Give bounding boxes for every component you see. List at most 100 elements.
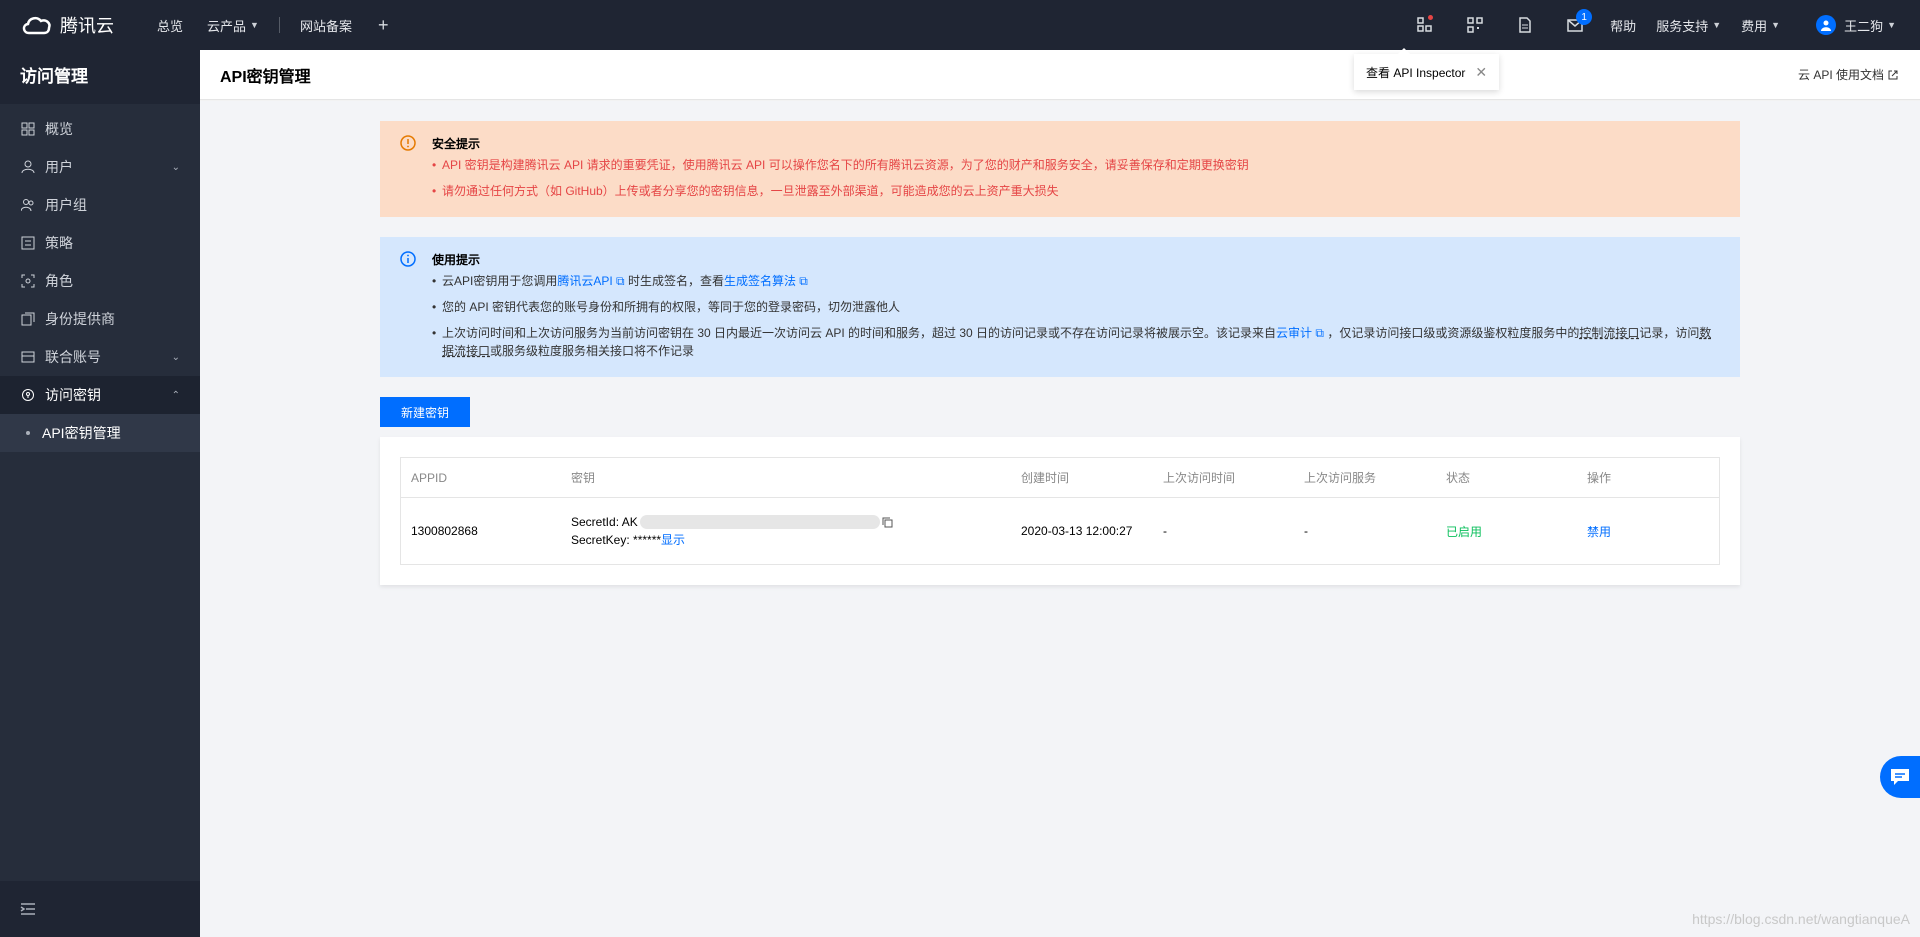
last-service-cell: - xyxy=(1304,524,1308,538)
chevron-down-icon: ▼ xyxy=(1712,20,1722,30)
sidebar-item-label: 用户组 xyxy=(45,197,87,213)
bullet-icon xyxy=(26,431,30,435)
disable-key-link[interactable]: 禁用 xyxy=(1577,523,1717,540)
sidebar-item-label: 用户 xyxy=(45,159,73,175)
add-shortcut-icon[interactable]: + xyxy=(364,15,403,36)
top-navbar: 腾讯云 总览 云产品 ▼ 网站备案 + 1 帮助 服务支持 ▼ 费用 ▼ 王二狗 ▼ xyxy=(0,0,1920,50)
external-link-icon xyxy=(1888,70,1898,79)
sidebar-item-label: 策略 xyxy=(45,235,73,251)
nav-overview[interactable]: 总览 xyxy=(145,0,195,50)
sidebar-item-roles[interactable]: 角色 xyxy=(0,262,200,300)
chevron-down-icon: ⌄ xyxy=(171,161,180,173)
sidebar-item-label: 概览 xyxy=(45,121,73,137)
nav-icp[interactable]: 网站备案 xyxy=(288,0,364,50)
chevron-down-icon: ▼ xyxy=(1887,20,1896,30)
tencent-cloud-api-link[interactable]: 腾讯云API xyxy=(557,274,612,288)
chat-support-button[interactable] xyxy=(1880,756,1920,798)
col-created: 创建时间 xyxy=(1021,471,1070,485)
watermark: https://blog.csdn.net/wangtianqueA xyxy=(1692,911,1910,927)
security-alert-item: API 密钥是构建腾讯云 API 请求的重要凭证，使用腾讯云 API 可以操作您… xyxy=(432,156,1720,174)
col-key: 密钥 xyxy=(571,471,596,485)
mail-badge: 1 xyxy=(1576,9,1593,25)
user-icon xyxy=(20,159,36,175)
external-link-icon: ⧉ xyxy=(1312,326,1328,340)
collapse-icon xyxy=(20,903,35,915)
role-icon xyxy=(20,273,36,289)
col-last-time: 上次访问时间 xyxy=(1163,471,1236,485)
user-menu[interactable]: 王二狗 ▼ xyxy=(1790,0,1920,50)
control-flow-term[interactable]: 控制流接口 xyxy=(1579,326,1639,340)
chevron-down-icon: ⌄ xyxy=(171,351,180,363)
page-header: API密钥管理 云 API 使用文档 xyxy=(200,50,1920,100)
warning-icon xyxy=(400,135,416,151)
nav-products-label: 云产品 xyxy=(207,18,247,34)
document-icon[interactable] xyxy=(1500,0,1550,50)
usage-text: 云API密钥用于您调用 xyxy=(442,274,558,288)
mail-icon[interactable]: 1 xyxy=(1550,0,1600,50)
api-inspector-tooltip[interactable]: 查看 API Inspector ✕ xyxy=(1354,48,1500,90)
cloud-audit-link[interactable]: 云审计 xyxy=(1276,326,1312,340)
col-action: 操作 xyxy=(1587,471,1612,485)
page-title: API密钥管理 xyxy=(220,68,311,86)
key-cell: SecretId: AK SecretKey: ****** 显示 xyxy=(561,513,1011,549)
appid-cell: 1300802868 xyxy=(411,524,478,538)
chat-icon xyxy=(1891,769,1909,785)
close-icon[interactable]: ✕ xyxy=(1475,64,1487,81)
show-secret-link[interactable]: 显示 xyxy=(661,531,685,549)
sidebar-title: 访问管理 xyxy=(0,50,200,104)
masked-secret-id xyxy=(639,515,880,529)
collapse-sidebar-button[interactable] xyxy=(0,881,200,937)
policy-icon xyxy=(20,235,36,251)
support-label: 服务支持 xyxy=(1656,18,1709,34)
sidebar: 访问管理 概览 用户 ⌄ 用户组 策略 角色 身份提供商 联合账号 ⌄ 访问密钥… xyxy=(0,50,200,937)
brand-logo[interactable]: 腾讯云 xyxy=(0,12,145,38)
security-alert-title: 安全提示 xyxy=(432,137,481,151)
sidebar-item-federated-accounts[interactable]: 联合账号 ⌄ xyxy=(0,338,200,376)
table-row: 1300802868 SecretId: AK SecretKey: *****… xyxy=(401,498,1719,564)
main-content: 安全提示 API 密钥是构建腾讯云 API 请求的重要凭证，使用腾讯云 API … xyxy=(200,101,1920,937)
api-doc-link[interactable]: 云 API 使用文档 xyxy=(1798,66,1898,83)
sidebar-item-users[interactable]: 用户 ⌄ xyxy=(0,148,200,186)
help-link[interactable]: 帮助 xyxy=(1600,0,1646,50)
created-cell: 2020-03-13 12:00:27 xyxy=(1021,524,1133,538)
apps-icon[interactable] xyxy=(1400,0,1450,50)
copy-icon[interactable] xyxy=(882,517,893,528)
api-doc-label: 云 API 使用文档 xyxy=(1797,68,1884,82)
secret-id-line: SecretId: AK xyxy=(571,513,1011,531)
security-alert-item: 请勿通过任何方式（如 GitHub）上传或者分享您的密钥信息，一旦泄露至外部渠道… xyxy=(432,182,1720,200)
provider-icon xyxy=(20,311,36,327)
sidebar-item-label: 联合账号 xyxy=(45,349,101,365)
sidebar-item-identity-providers[interactable]: 身份提供商 xyxy=(0,300,200,338)
qr-code-icon[interactable] xyxy=(1450,0,1500,50)
create-key-button[interactable]: 新建密钥 xyxy=(380,397,470,427)
usage-text: 时生成签名，查看 xyxy=(627,274,724,288)
sidebar-item-label: 角色 xyxy=(45,273,73,289)
external-link-icon: ⧉ xyxy=(795,274,808,288)
users-icon xyxy=(20,197,36,213)
divider xyxy=(278,17,280,33)
sidebar-item-access-keys[interactable]: 访问密钥 ⌃ xyxy=(0,376,200,414)
chevron-down-icon: ▼ xyxy=(250,20,259,30)
grid-icon xyxy=(20,121,36,137)
key-table-card: APPID 密钥 创建时间 上次访问时间 上次访问服务 状态 操作 130080… xyxy=(380,437,1740,585)
nav-products[interactable]: 云产品 ▼ xyxy=(195,0,271,50)
secret-id-label: SecretId: AK xyxy=(571,515,638,529)
sidebar-item-user-groups[interactable]: 用户组 xyxy=(0,186,200,224)
sidebar-item-label: 身份提供商 xyxy=(45,311,115,327)
billing-menu[interactable]: 费用 ▼ xyxy=(1731,0,1790,50)
usage-alert-item: 您的 API 密钥代表您的账号身份和所拥有的权限，等同于您的登录密码，切勿泄露他… xyxy=(432,298,1720,316)
sidebar-sub-label: API密钥管理 xyxy=(42,425,121,441)
chevron-up-icon: ⌃ xyxy=(171,389,180,401)
sidebar-item-api-key-management[interactable]: API密钥管理 xyxy=(0,414,200,452)
sidebar-item-policies[interactable]: 策略 xyxy=(0,224,200,262)
support-menu[interactable]: 服务支持 ▼ xyxy=(1646,0,1731,50)
signature-algorithm-link[interactable]: 生成签名算法 xyxy=(724,274,796,288)
sidebar-item-overview[interactable]: 概览 xyxy=(0,110,200,148)
secret-key-line: SecretKey: ****** 显示 xyxy=(571,531,1011,549)
usage-alert-item: 上次访问时间和上次访问服务为当前访问密钥在 30 日内最近一次访问云 API 的… xyxy=(432,324,1720,360)
last-time-cell: - xyxy=(1163,524,1167,538)
user-name: 王二狗 xyxy=(1844,18,1884,34)
tooltip-text: 查看 API Inspector xyxy=(1366,65,1466,80)
key-table: APPID 密钥 创建时间 上次访问时间 上次访问服务 状态 操作 130080… xyxy=(400,457,1720,565)
col-last-service: 上次访问服务 xyxy=(1304,471,1377,485)
